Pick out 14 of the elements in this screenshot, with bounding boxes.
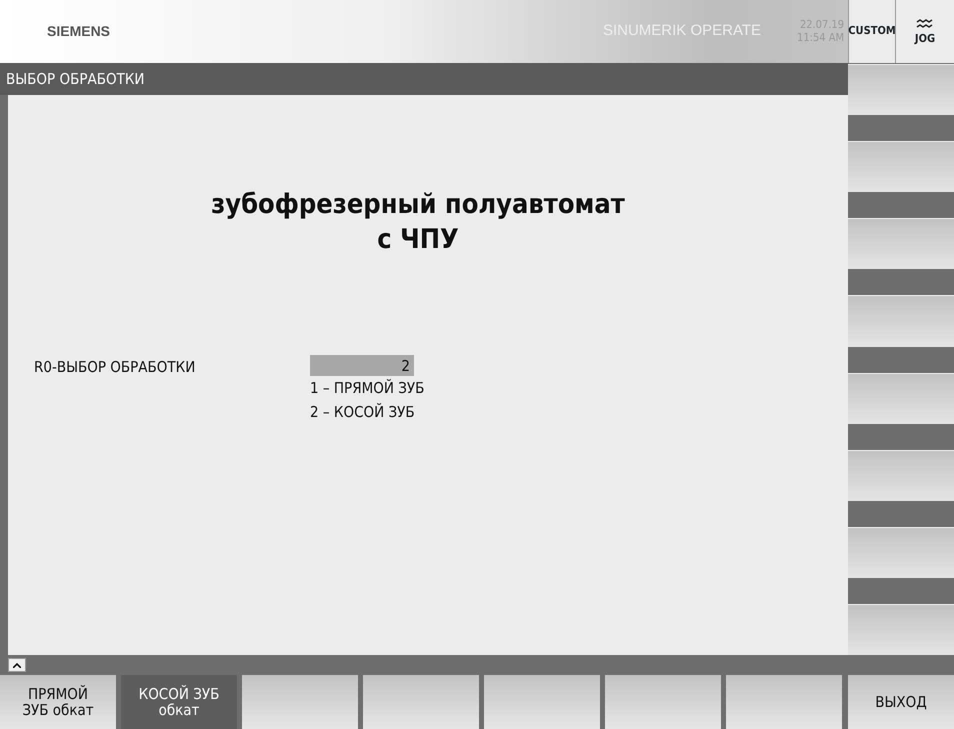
option-text: 1 – ПРЯМОЙ ЗУБ — [310, 378, 424, 400]
exit-softkey[interactable]: ВЫХОД — [848, 675, 954, 729]
option-text: 2 – КОСОЙ ЗУБ — [310, 402, 416, 423]
area-indicator: CUSTOM — [848, 0, 895, 63]
softkey[interactable]: ПРЯМОЙ ЗУБ обкат — [0, 675, 116, 729]
value-field[interactable]: 2 — [310, 355, 414, 376]
screen-title: ВЫБОР ОБРАБОТКИ — [0, 63, 848, 95]
heading-text: с ЧПУ — [376, 223, 460, 258]
caret-up-icon — [13, 662, 21, 668]
heading-text: зубофрезерный полуавтомат — [210, 188, 626, 222]
brand-logo: SIEMENS — [47, 22, 110, 41]
mode-label: JOG — [914, 33, 936, 44]
parameter-label: R0-ВЫБОР ОБРАБОТКИ — [34, 357, 196, 378]
scroll-up-button[interactable] — [8, 658, 26, 672]
